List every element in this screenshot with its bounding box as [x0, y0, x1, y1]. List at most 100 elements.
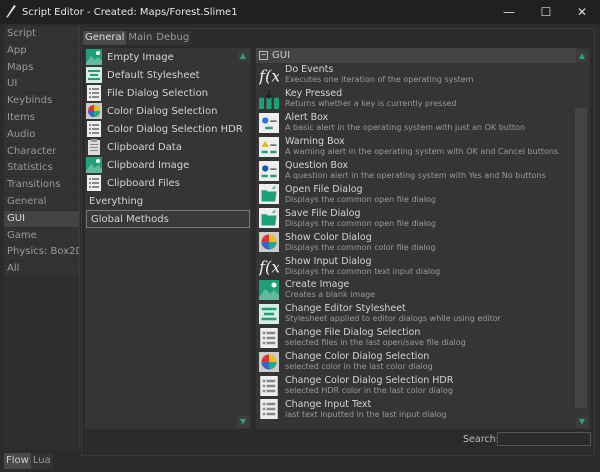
list-item[interactable]: Color Dialog Selection: [85, 102, 251, 120]
method-list: − GUI f(x) Do EventsExecutes one iteratio…: [256, 48, 590, 429]
scroll-down-icon[interactable]: ▼: [237, 416, 249, 428]
tab-debug[interactable]: Debug: [154, 31, 192, 45]
scrollbar[interactable]: [575, 108, 587, 408]
method-name: Change Color Dialog Selection: [285, 351, 430, 363]
list-icon: [87, 85, 101, 101]
list-item-label: Empty Image: [107, 51, 174, 63]
close-button[interactable]: ✕: [564, 0, 600, 24]
sidebar-item[interactable]: Items: [4, 109, 79, 127]
sidebar-item[interactable]: Audio: [4, 126, 79, 144]
method-name: Do Events: [285, 64, 334, 76]
list-item-label: Clipboard Data: [107, 141, 182, 153]
folder-icon: [259, 184, 279, 205]
list-item[interactable]: File Dialog Selection: [85, 84, 251, 102]
sidebar-item[interactable]: General: [4, 193, 79, 211]
minimize-button[interactable]: —: [491, 0, 527, 24]
scroll-up-icon[interactable]: ▲: [576, 50, 588, 62]
key-icon: [259, 90, 279, 109]
pen-icon: [6, 5, 16, 18]
sidebar-item[interactable]: Character: [4, 143, 79, 161]
method-item[interactable]: Create Image Creates a blank image: [256, 278, 590, 302]
method-description: Returns whether a key is currently press…: [285, 99, 457, 109]
method-item[interactable]: Change Input Text last text inputted in t…: [256, 397, 590, 421]
method-item[interactable]: f(x) Do EventsExecutes one iteration of t…: [256, 63, 590, 87]
list-item-label: Color Dialog Selection: [107, 105, 218, 117]
tab-flow[interactable]: Flow: [4, 453, 31, 469]
method-item[interactable]: Show Color Dialog Displays the common col…: [256, 230, 590, 254]
list-item-label: Clipboard Image: [107, 159, 190, 171]
method-description: Executes one iteration of the operating …: [285, 75, 474, 85]
sidebar-item[interactable]: App: [4, 42, 79, 60]
method-description: A question alert in the operating system…: [285, 171, 546, 180]
left-item-list: Empty Image Default Stylesheet File Dialog…: [85, 48, 251, 429]
list-item[interactable]: Default Stylesheet: [85, 66, 251, 84]
list-icon: [260, 375, 278, 396]
method-item[interactable]: f(x) Show Input DialogDisplays the common…: [256, 254, 590, 278]
warning-icon: [259, 136, 279, 157]
color-icon: [259, 232, 279, 253]
maximize-button[interactable]: ☐: [528, 0, 564, 24]
tab-lua[interactable]: Lua: [30, 453, 53, 469]
sidebar-item[interactable]: Transitions: [4, 177, 79, 194]
search-input[interactable]: [497, 432, 591, 446]
sidebar-item[interactable]: Game: [4, 227, 79, 245]
list-item[interactable]: Color Dialog Selection HDR: [85, 120, 251, 138]
svg-text:f(x): f(x): [259, 66, 279, 85]
sidebar-item[interactable]: Script: [4, 26, 79, 43]
clipboard-icon: [88, 139, 100, 155]
list-icon: [260, 399, 278, 420]
question-icon: [259, 160, 279, 181]
tab-main[interactable]: Main: [126, 31, 155, 45]
method-item[interactable]: Change File Dialog Selection selected fil…: [256, 326, 590, 350]
function-icon: f(x): [259, 257, 279, 276]
group-header-label: GUI: [272, 50, 291, 61]
svg-text:f(x): f(x): [259, 257, 279, 276]
sidebar-item[interactable]: Physics: Box2D: [4, 244, 79, 262]
tab-bar: General Main Debug: [83, 31, 192, 45]
list-item-label: File Dialog Selection: [107, 87, 209, 99]
category-sidebar: Script App Maps UI Keybinds Items Audio Charact…: [4, 26, 80, 450]
section-item[interactable]: Everything: [85, 192, 251, 210]
method-item[interactable]: Alert Box A basic alert in the operating …: [256, 111, 590, 135]
image-icon: [259, 279, 279, 300]
method-item[interactable]: Change Color Dialog Selection HDR selecte…: [256, 374, 590, 398]
method-name: Question Box: [285, 160, 349, 171]
method-item[interactable]: Key Pressed Returns whether a key is curr…: [256, 87, 590, 111]
method-name: Show Color Dialog: [285, 231, 372, 243]
method-item[interactable]: Change Editor Stylesheet Stylesheet appli…: [256, 302, 590, 326]
image-icon: [86, 49, 102, 65]
sidebar-item[interactable]: Maps: [4, 59, 79, 77]
sidebar-item[interactable]: Keybinds: [4, 93, 79, 110]
method-description: selected HDR color in the last color dia…: [285, 386, 453, 396]
list-icon: [87, 175, 101, 191]
sidebar-item[interactable]: GUI: [4, 210, 79, 228]
method-name: Change File Dialog Selection: [285, 327, 421, 339]
method-item[interactable]: Change Color Dialog Selection selected co…: [256, 350, 590, 374]
scroll-up-icon[interactable]: ▲: [237, 50, 249, 62]
method-item[interactable]: Question Box A question alert in the oper…: [256, 159, 590, 183]
method-item[interactable]: Warning Box A warning alert in the operat…: [256, 135, 590, 159]
list-item[interactable]: Clipboard Image: [85, 156, 251, 174]
sidebar-item[interactable]: Statistics: [4, 160, 79, 178]
scroll-down-icon[interactable]: ▼: [576, 416, 588, 428]
method-description: Displays the common open file dialog: [285, 218, 436, 228]
group-header[interactable]: − GUI: [256, 48, 576, 63]
method-name: Key Pressed: [285, 88, 343, 100]
sidebar-item[interactable]: All: [4, 261, 79, 278]
folder-icon: [259, 208, 279, 229]
sidebar-item[interactable]: UI: [4, 76, 79, 94]
list-icon: [260, 327, 278, 348]
window-title: Script Editor - Created: Maps/Forest.Sli…: [22, 6, 238, 18]
method-item[interactable]: Save File Dialog Displays the common open…: [256, 206, 590, 230]
list-item-label: Default Stylesheet: [107, 69, 200, 81]
method-description: A basic alert in the operating system wi…: [285, 123, 526, 133]
method-description: Displays the common color file dialog: [285, 242, 436, 252]
section-item[interactable]: Global Methods: [86, 210, 250, 228]
collapse-icon[interactable]: −: [259, 51, 268, 60]
method-item[interactable]: Open File Dialog Displays the common open…: [256, 182, 590, 206]
list-item[interactable]: Empty Image: [85, 48, 251, 66]
list-item[interactable]: Clipboard Files: [85, 174, 251, 192]
method-description: selected color in the last color dialog: [285, 362, 433, 372]
list-item[interactable]: Clipboard Data: [85, 138, 251, 156]
tab-general[interactable]: General: [83, 31, 127, 45]
